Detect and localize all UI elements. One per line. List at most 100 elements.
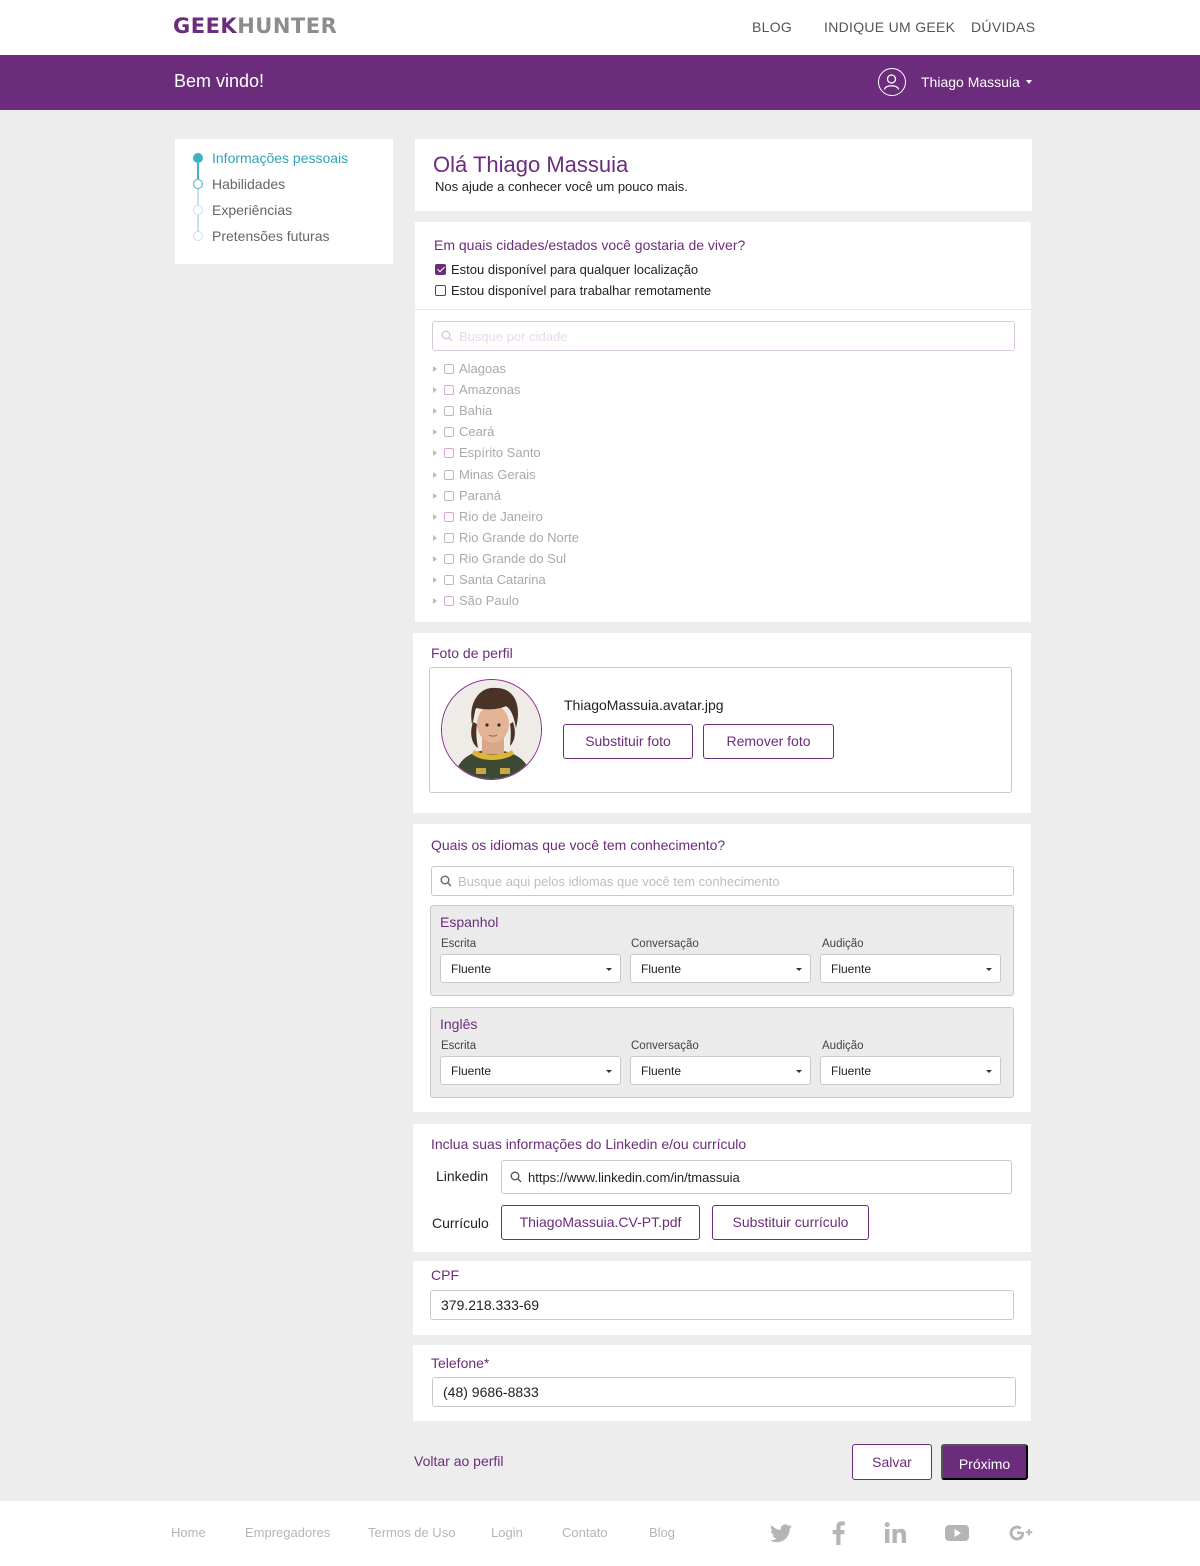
nav-duvidas[interactable]: DÚVIDAS [971, 19, 1035, 35]
state-checkbox[interactable] [444, 532, 454, 543]
state-label: Espírito Santo [459, 445, 541, 461]
listening-label: Audição [822, 938, 864, 950]
language-search-input[interactable]: Busque aqui pelos idiomas que você tem c… [431, 866, 1014, 896]
step-connector [197, 163, 199, 179]
language-search-placeholder: Busque aqui pelos idiomas que você tem c… [458, 874, 780, 889]
footer-link-home[interactable]: Home [171, 1525, 206, 1540]
linkedin-input[interactable]: https://www.linkedin.com/in/tmassuia [501, 1160, 1012, 1194]
caret-down-icon [606, 1070, 612, 1073]
state-checkbox[interactable] [444, 490, 454, 501]
steps-sidebar: Informações pessoais Habilidades Experiê… [175, 139, 393, 264]
search-icon [441, 330, 453, 342]
expand-arrow-icon[interactable] [433, 450, 437, 457]
state-checkbox[interactable] [444, 385, 454, 396]
expand-arrow-icon[interactable] [433, 471, 437, 478]
next-button[interactable]: Próximo [941, 1444, 1028, 1480]
remote-checkbox[interactable] [435, 285, 446, 296]
footer-link-empregadores[interactable]: Empregadores [245, 1525, 330, 1540]
any-location-checkbox[interactable] [435, 264, 446, 275]
expand-arrow-icon[interactable] [433, 408, 437, 415]
state-checkbox[interactable] [444, 448, 454, 459]
state-label: Santa Catarina [459, 572, 546, 587]
expand-arrow-icon[interactable] [433, 577, 437, 583]
remote-label[interactable]: Estou disponível para trabalhar remotame… [451, 283, 711, 298]
footer-link-blog[interactable]: Blog [649, 1525, 675, 1540]
listening-label: Audição [822, 1040, 864, 1052]
back-to-profile-link[interactable]: Voltar ao perfil [414, 1453, 504, 1469]
replace-photo-button[interactable]: Substituir foto [563, 724, 693, 759]
writing-select[interactable]: Fluente [440, 1056, 621, 1085]
youtube-icon[interactable] [944, 1520, 970, 1546]
writing-label: Escrita [441, 938, 477, 950]
location-question: Em quais cidades/estados você gostaria d… [434, 237, 746, 253]
expand-arrow-icon[interactable] [433, 387, 437, 394]
save-button[interactable]: Salvar [852, 1444, 932, 1480]
step-informacoes-pessoais[interactable]: Informações pessoais [212, 150, 348, 166]
logo-geek: GEEK [173, 14, 238, 38]
cpf-input[interactable]: 379.218.333-69 [430, 1290, 1014, 1320]
state-checkbox[interactable] [444, 469, 454, 480]
caret-down-icon [606, 968, 612, 971]
expand-arrow-icon[interactable] [433, 598, 437, 605]
welcome-title: Bem vindo! [174, 71, 265, 91]
listening-select[interactable]: Fluente [820, 1056, 1001, 1085]
nav-indique-um-geek[interactable]: INDIQUE UM GEEK [824, 19, 955, 35]
replace-cv-button[interactable]: Substituir currículo [712, 1205, 869, 1240]
footer-link-login[interactable]: Login [491, 1525, 523, 1540]
state-label: Rio Grande do Norte [459, 529, 579, 545]
step-connector [197, 189, 199, 205]
conversation-select[interactable]: Fluente [630, 954, 811, 983]
expand-arrow-icon[interactable] [433, 366, 437, 372]
step-experiencias[interactable]: Experiências [212, 202, 292, 218]
profile-photo-image [442, 680, 541, 779]
state-checkbox[interactable] [444, 406, 454, 417]
select-value: Fluente [831, 1064, 872, 1078]
geekhunter-logo[interactable]: GEEKHUNTER [173, 14, 337, 38]
phone-input[interactable]: (48) 9686-8833 [432, 1377, 1016, 1407]
expand-arrow-icon[interactable] [433, 555, 437, 562]
remove-photo-button[interactable]: Remover foto [703, 724, 834, 759]
listening-select[interactable]: Fluente [820, 954, 1001, 983]
expand-arrow-icon[interactable] [433, 492, 437, 499]
language-name: Espanhol [440, 914, 499, 930]
any-location-label[interactable]: Estou disponível para qualquer localizaç… [451, 262, 698, 277]
chevron-down-icon[interactable] [1026, 80, 1032, 84]
state-label: Ceará [459, 424, 495, 440]
expand-arrow-icon[interactable] [433, 534, 437, 541]
state-label: Paraná [459, 487, 501, 503]
city-search-input[interactable]: Busque por cidade [432, 321, 1015, 351]
select-value: Fluente [451, 1064, 492, 1078]
state-checkbox[interactable] [444, 511, 454, 522]
expand-arrow-icon[interactable] [433, 429, 437, 436]
conversation-select[interactable]: Fluente [630, 1056, 811, 1085]
step-habilidades[interactable]: Habilidades [212, 176, 285, 192]
twitter-icon[interactable] [768, 1520, 794, 1546]
state-label: São Paulo [459, 593, 519, 609]
cv-file-button[interactable]: ThiagoMassuia.CV-PT.pdf [501, 1205, 700, 1240]
google-plus-icon[interactable] [1008, 1520, 1034, 1546]
intro-panel: Olá Thiago Massuia Nos ajude a conhecer … [415, 139, 1032, 211]
select-value: Fluente [641, 1064, 682, 1078]
state-checkbox[interactable] [444, 427, 454, 438]
footer-link-contato[interactable]: Contato [562, 1525, 608, 1540]
state-checkbox[interactable] [444, 575, 454, 585]
nav-blog[interactable]: BLOG [752, 19, 792, 35]
expand-arrow-icon[interactable] [433, 513, 437, 520]
state-checkbox[interactable] [444, 364, 454, 374]
user-menu-name[interactable]: Thiago Massuia [921, 74, 1020, 90]
language-card-ingles: Inglês Escrita Conversação Audição Fluen… [430, 1007, 1014, 1098]
step-pretensoes-futuras[interactable]: Pretensões futuras [212, 228, 330, 244]
conversation-label: Conversação [631, 1040, 699, 1052]
writing-select[interactable]: Fluente [440, 954, 621, 983]
step-dot-icon [193, 179, 203, 189]
caret-down-icon [796, 1070, 802, 1073]
linkedin-icon[interactable] [883, 1520, 909, 1546]
page-title: Olá Thiago Massuia [433, 152, 629, 177]
state-checkbox[interactable] [444, 553, 454, 564]
photo-title: Foto de perfil [431, 645, 513, 661]
user-avatar-icon[interactable] [878, 68, 906, 96]
select-value: Fluente [451, 962, 492, 976]
state-checkbox[interactable] [444, 596, 454, 607]
facebook-icon[interactable] [826, 1520, 852, 1546]
footer-link-termos[interactable]: Termos de Uso [368, 1525, 455, 1540]
